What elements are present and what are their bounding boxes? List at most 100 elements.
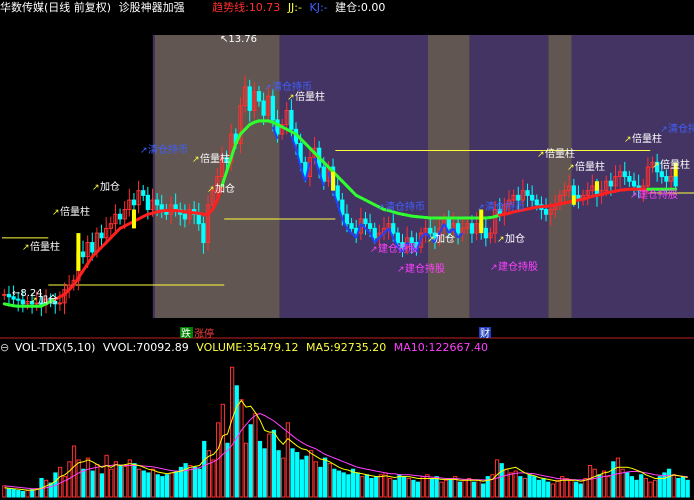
volume-bar	[592, 468, 597, 498]
volume-bar	[99, 473, 105, 498]
signal-block-2	[331, 171, 336, 191]
volume-bar	[643, 477, 648, 498]
volume-bar	[406, 477, 411, 498]
volume-bar	[583, 477, 588, 498]
rise-tag: 涨停	[194, 327, 214, 340]
volume-bar	[518, 476, 523, 498]
high-price-label: ↖13.76	[220, 34, 257, 45]
signal-arrow: ↗	[22, 243, 30, 253]
volume-bar	[481, 483, 486, 498]
signal-block-4	[571, 195, 576, 205]
finance-tag: 财	[480, 327, 490, 340]
volume-bar	[378, 474, 383, 498]
add-position-label: 加仓	[100, 180, 120, 193]
volume-bar	[160, 476, 165, 498]
candle-body	[455, 223, 461, 234]
volume-bar	[383, 472, 388, 498]
signal-arrow: ↗	[624, 135, 632, 145]
volume-bar	[322, 457, 328, 498]
candle-body	[154, 199, 160, 206]
price-chart[interactable]: 倍量柱↗倍量柱↗倍量柱↗倍量柱↗倍量柱↗倍量柱↗倍量柱↗倍量柱↗加仓↗加仓↗加仓…	[0, 0, 694, 340]
candle-body	[627, 176, 632, 182]
volume-bar	[653, 479, 658, 498]
volume-bar	[429, 477, 435, 498]
volume-bar	[346, 474, 351, 498]
signal-arrow: ↗	[370, 245, 378, 255]
candle-body	[335, 185, 340, 201]
candle-body	[20, 299, 25, 305]
candle-body	[261, 100, 266, 116]
volume-bar	[30, 489, 35, 498]
signal-arrow: ↗	[52, 208, 60, 218]
volume-bar	[123, 465, 128, 498]
volume-bar	[536, 479, 542, 498]
volume-bar	[155, 474, 160, 498]
candle-body	[428, 227, 433, 234]
volume-bar	[313, 461, 318, 498]
clear-position-label: 清仓持币	[668, 122, 694, 135]
volume-bar	[601, 470, 607, 498]
volume-bar	[546, 481, 551, 498]
candle-body	[349, 223, 354, 229]
volume-signal-label: 倍量柱	[545, 147, 575, 160]
candle-body	[270, 95, 275, 121]
open-position-label: 建仓持股	[638, 188, 678, 201]
clear-position-label: 清仓持币	[485, 200, 525, 213]
volume-bar	[220, 403, 225, 498]
candle-body	[363, 218, 368, 225]
background-band-5	[469, 35, 549, 318]
volume-bar	[648, 481, 653, 498]
volume-chart[interactable]	[0, 340, 694, 500]
volume-bar	[360, 476, 365, 498]
candle-body	[196, 213, 201, 225]
candle-body	[321, 166, 326, 182]
candle-body	[141, 190, 146, 196]
signal-arrow: ↗	[287, 93, 295, 103]
candle-body	[367, 223, 373, 229]
volume-bar	[146, 472, 151, 498]
background-band-3	[279, 35, 428, 318]
volume-bar	[295, 452, 300, 498]
volume-bar	[71, 445, 77, 498]
volume-bar	[457, 481, 463, 498]
signal-block-5	[594, 181, 599, 191]
volume-bar	[573, 481, 579, 498]
volume-bar	[281, 457, 286, 498]
volume-bar	[388, 477, 393, 498]
volume-bar	[569, 479, 574, 498]
candle-body	[289, 109, 294, 130]
volume-bar	[420, 476, 425, 498]
candle-body	[571, 185, 576, 196]
signal-arrow: ↗	[207, 185, 215, 195]
candle-body	[173, 204, 178, 211]
signal-arrow: ↗	[652, 161, 660, 171]
candle-body	[530, 194, 535, 201]
add-position-label: 加仓	[215, 182, 235, 195]
volume-bar	[611, 461, 616, 498]
candle-body	[372, 227, 377, 239]
volume-bar	[234, 385, 239, 498]
volume-bar	[6, 488, 12, 498]
candle-body	[80, 251, 86, 258]
volume-bar	[504, 468, 509, 498]
volume-bar	[229, 366, 235, 498]
volume-bar	[48, 482, 53, 498]
volume-bar	[499, 463, 504, 498]
signal-arrow: ↗	[477, 203, 485, 213]
signal-arrow: ↗	[264, 83, 272, 93]
volume-bar	[355, 472, 360, 498]
candle-body	[664, 176, 669, 182]
candle-body	[673, 176, 678, 187]
volume-bar	[578, 483, 583, 498]
candle-body	[99, 232, 104, 239]
signal-arrow: ↗	[660, 125, 668, 135]
volume-bar	[174, 470, 179, 498]
candle-body	[2, 293, 7, 296]
signal-block-1	[131, 209, 136, 229]
volume-bar	[25, 490, 30, 498]
signal-arrow: ↗	[567, 163, 575, 173]
volume-bar	[262, 448, 267, 498]
ma10-line	[4, 413, 688, 490]
volume-bar	[541, 477, 546, 498]
volume-bar	[109, 468, 114, 498]
